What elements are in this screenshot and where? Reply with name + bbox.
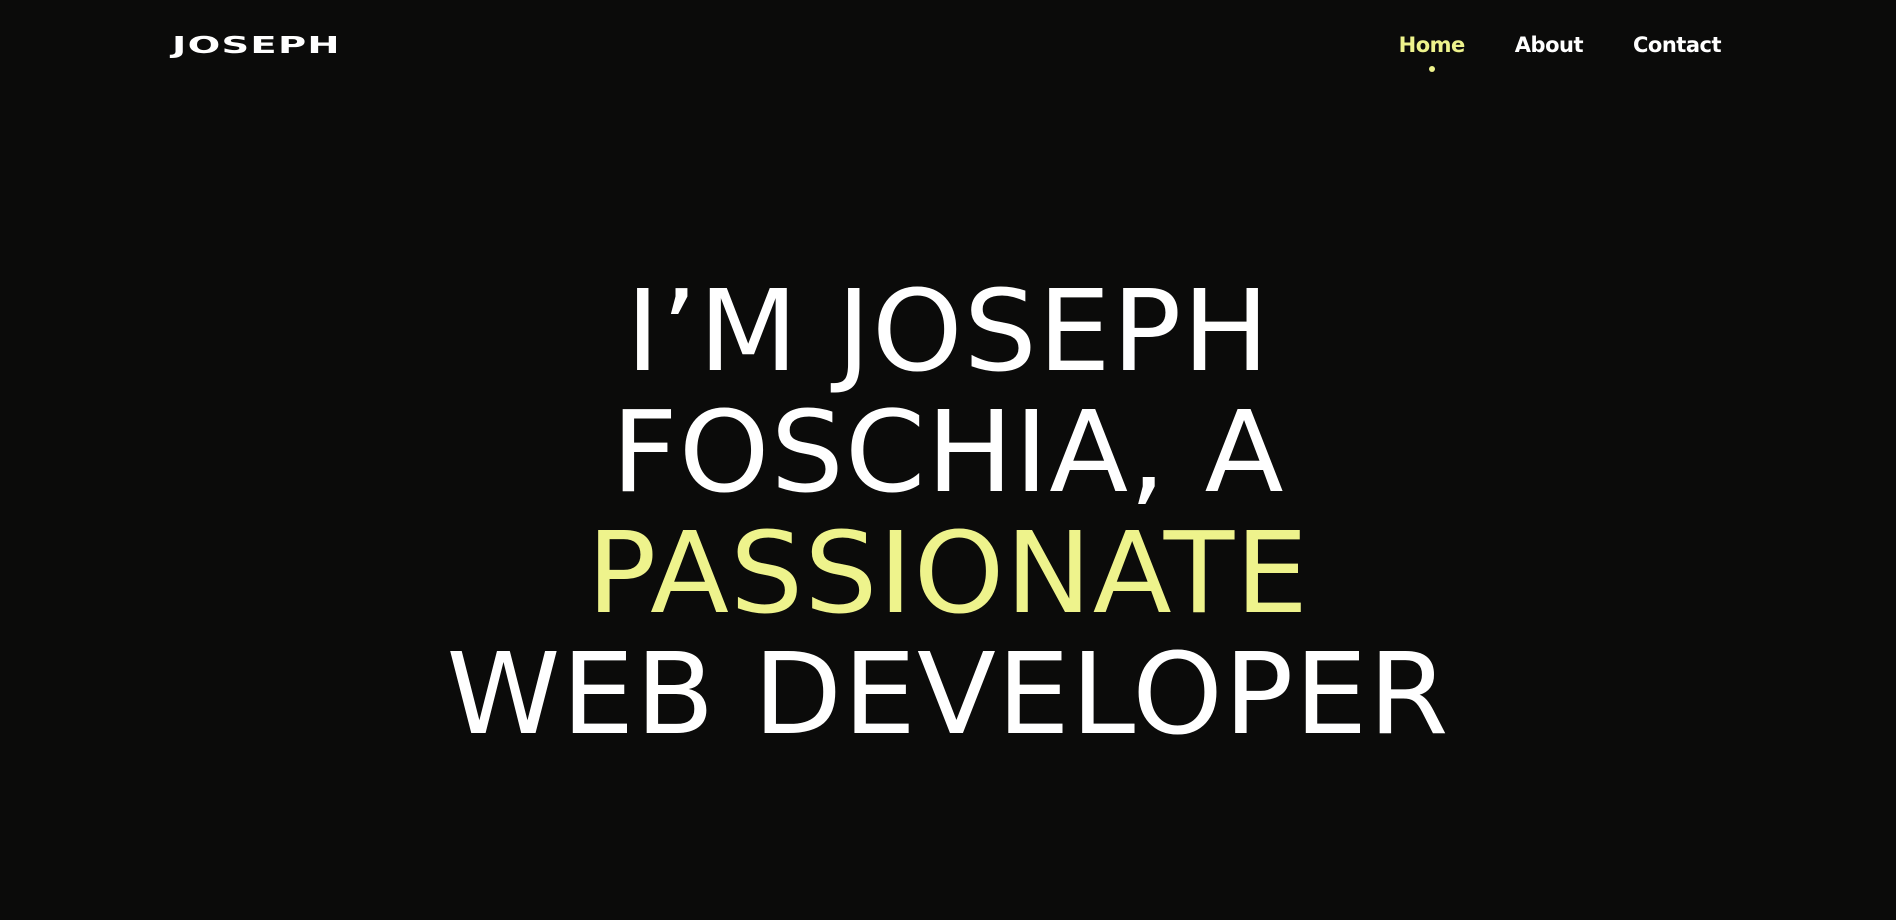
page: JOSEPH Home About Contact I’M JOSEPH FOS… — [0, 0, 1896, 920]
nav-link-about[interactable]: About — [1514, 28, 1584, 62]
site-logo[interactable]: JOSEPH — [172, 32, 341, 60]
main-nav: Home About Contact — [1398, 28, 1722, 72]
nav-link-contact-label: Contact — [1633, 33, 1722, 57]
nav-link-home[interactable]: Home — [1398, 28, 1466, 72]
nav-link-contact[interactable]: Contact — [1633, 28, 1722, 62]
active-indicator-dot — [1428, 66, 1435, 72]
hero-line-accent: PASSIONATE — [586, 509, 1310, 639]
hero-line-2: FOSCHIA, A — [611, 388, 1285, 518]
hero-line-1: I’M JOSEPH — [625, 267, 1271, 397]
hero-line-4: WEB DEVELOPER — [446, 630, 1450, 760]
nav-link-home-label: Home — [1398, 33, 1466, 57]
nav-link-about-label: About — [1514, 33, 1584, 57]
hero-heading: I’M JOSEPH FOSCHIA, A PASSIONATE WEB DEV… — [0, 272, 1896, 756]
